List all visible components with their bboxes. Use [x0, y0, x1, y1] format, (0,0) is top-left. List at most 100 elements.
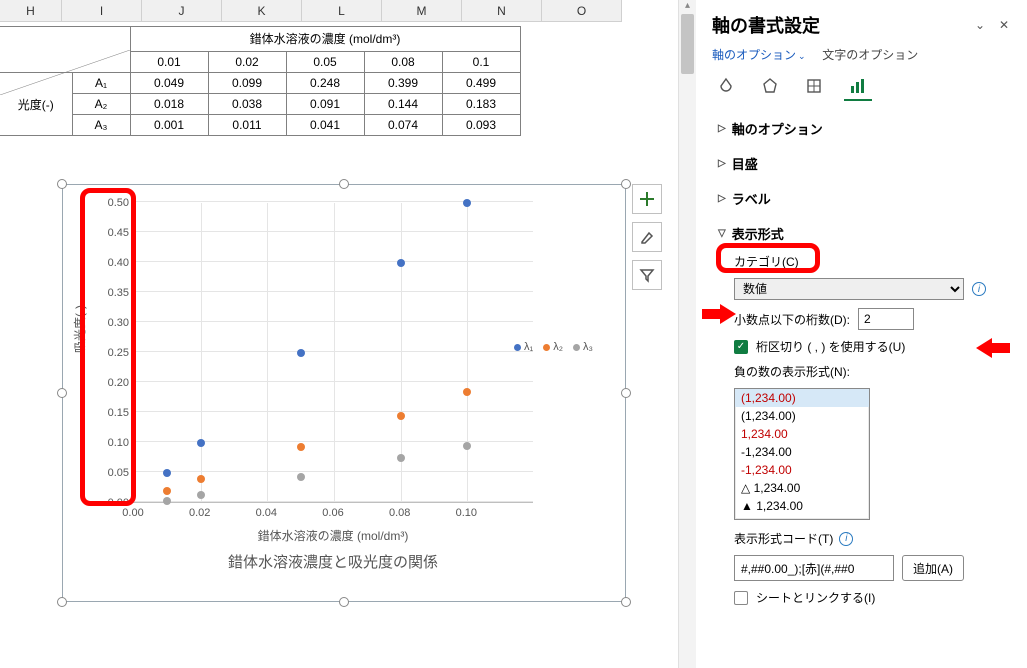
chart-title[interactable]: 錯体水溶液濃度と吸光度の関係	[133, 551, 533, 572]
legend-item[interactable]: λ₁	[514, 341, 533, 353]
resize-handle[interactable]	[339, 597, 349, 607]
add-button[interactable]: 追加(A)	[902, 555, 964, 581]
plot-area[interactable]	[133, 203, 533, 503]
x-axis-title[interactable]: 錯体水溶液の濃度 (mol/dm³)	[133, 527, 533, 544]
data-point[interactable]	[163, 497, 171, 505]
pane-tab-axis-options[interactable]: 軸のオプション	[712, 48, 796, 62]
column-header[interactable]: H	[0, 0, 62, 22]
chart-filter-button[interactable]	[632, 260, 662, 290]
data-point[interactable]	[197, 439, 205, 447]
negative-option[interactable]: -1,234.00	[735, 461, 869, 479]
y-tick-label: 0.30	[108, 317, 129, 329]
y-tick-label: 0.40	[108, 257, 129, 269]
fill-outline-icon[interactable]	[712, 73, 740, 101]
legend-item[interactable]: λ₂	[543, 341, 563, 353]
column-header[interactable]: J	[142, 0, 222, 22]
link-sheet-checkbox[interactable]	[734, 591, 748, 605]
y-tick-label: 0.35	[108, 287, 129, 299]
resize-handle[interactable]	[621, 179, 631, 189]
chart-legend[interactable]: λ₁ λ₂ λ₃	[514, 341, 593, 353]
resize-handle[interactable]	[339, 179, 349, 189]
data-table: 錯体水溶液の濃度 (mol/dm³) 0.010.020.050.080.1 光…	[0, 26, 521, 136]
y-tick-label: 0.10	[108, 437, 129, 449]
y-axis-title[interactable]: 吸光度(-)	[71, 305, 88, 353]
conc-header: 0.05	[286, 51, 364, 72]
data-point[interactable]	[297, 349, 305, 357]
negative-option[interactable]: (1,234.00)	[735, 407, 869, 425]
data-point[interactable]	[463, 199, 471, 207]
data-point[interactable]	[197, 475, 205, 483]
chart-object[interactable]: 吸光度(-) 0.000.050.100.150.200.250.300.350…	[62, 184, 626, 602]
category-select[interactable]: 数値	[734, 278, 964, 300]
section-ticks[interactable]: ▷目盛	[714, 146, 1017, 181]
x-tick-label: 0.06	[322, 507, 343, 519]
y-axis-labels[interactable]: 0.000.050.100.150.200.250.300.350.400.45…	[93, 203, 129, 503]
row-label: A₃	[72, 115, 130, 136]
format-code-input[interactable]	[734, 555, 894, 581]
pane-close-icon[interactable]: ✕	[995, 18, 1013, 32]
chart-styles-button[interactable]	[632, 222, 662, 252]
data-point[interactable]	[463, 442, 471, 450]
data-point[interactable]	[297, 443, 305, 451]
data-point[interactable]	[197, 491, 205, 499]
scroll-thumb[interactable]	[681, 14, 694, 74]
column-header[interactable]: O	[542, 0, 622, 22]
scroll-up-arrow[interactable]: ▴	[679, 0, 696, 11]
section-axis-options[interactable]: ▷軸のオプション	[714, 111, 1017, 146]
column-header[interactable]: L	[302, 0, 382, 22]
x-tick-label: 0.10	[456, 507, 477, 519]
y-tick-label: 0.15	[108, 407, 129, 419]
column-header[interactable]: I	[62, 0, 142, 22]
negative-label: 負の数の表示形式(N):	[734, 363, 850, 380]
negative-option[interactable]: 1,234.00	[735, 425, 869, 443]
link-sheet-label: シートとリンクする(I)	[756, 589, 875, 606]
x-tick-label: 0.08	[389, 507, 410, 519]
format-axis-pane: 軸の書式設定 ⌄ ✕ 軸のオプション⌄ 文字のオプション ▷軸のオプション ▷目…	[696, 0, 1027, 668]
info-icon[interactable]: i	[839, 532, 853, 546]
pane-title: 軸の書式設定	[712, 12, 971, 38]
x-tick-label: 0.04	[256, 507, 277, 519]
negative-option[interactable]: △ 1,234.00	[735, 479, 869, 497]
negative-option[interactable]: ▲ 1,234.00	[735, 497, 869, 515]
resize-handle[interactable]	[621, 388, 631, 398]
data-point[interactable]	[463, 388, 471, 396]
column-header[interactable]: K	[222, 0, 302, 22]
section-number[interactable]: ▽表示形式	[714, 216, 1017, 251]
negative-format-list[interactable]: (1,234.00)(1,234.00)1,234.00-1,234.00-1,…	[734, 388, 870, 520]
table-header-span: 錯体水溶液の濃度 (mol/dm³)	[130, 27, 520, 52]
data-point[interactable]	[397, 412, 405, 420]
size-properties-icon[interactable]	[800, 73, 828, 101]
resize-handle[interactable]	[621, 597, 631, 607]
resize-handle[interactable]	[57, 388, 67, 398]
chart-elements-button[interactable]	[632, 184, 662, 214]
negative-option[interactable]: (1,234.00)	[735, 389, 869, 407]
thousands-checkbox[interactable]: ✓	[734, 340, 748, 354]
annotation-arrow	[976, 338, 1010, 358]
info-icon[interactable]: i	[972, 282, 986, 296]
x-axis-labels[interactable]: 0.000.020.040.060.080.10	[133, 507, 533, 523]
annotation-arrow	[702, 304, 736, 324]
data-point[interactable]	[163, 487, 171, 495]
decimals-input[interactable]	[858, 308, 914, 330]
conc-header: 0.1	[442, 51, 520, 72]
negative-option[interactable]: -1,234.00	[735, 443, 869, 461]
data-point[interactable]	[397, 454, 405, 462]
data-point[interactable]	[163, 469, 171, 477]
axis-options-icon[interactable]	[844, 73, 872, 101]
column-header[interactable]: M	[382, 0, 462, 22]
conc-header: 0.08	[364, 51, 442, 72]
resize-handle[interactable]	[57, 597, 67, 607]
effects-icon[interactable]	[756, 73, 784, 101]
data-point[interactable]	[297, 473, 305, 481]
vertical-scrollbar[interactable]: ▴	[678, 0, 696, 668]
category-label: カテゴリ(C)	[734, 253, 799, 270]
resize-handle[interactable]	[57, 179, 67, 189]
data-point[interactable]	[397, 259, 405, 267]
section-labels[interactable]: ▷ラベル	[714, 181, 1017, 216]
pane-tab-text-options[interactable]: 文字のオプション	[822, 48, 918, 62]
column-header[interactable]: N	[462, 0, 542, 22]
pane-collapse-icon[interactable]: ⌄	[971, 18, 989, 32]
legend-item[interactable]: λ₃	[573, 341, 593, 353]
format-code-label: 表示形式コード(T)	[734, 530, 833, 547]
y-tick-label: 0.50	[108, 197, 129, 209]
